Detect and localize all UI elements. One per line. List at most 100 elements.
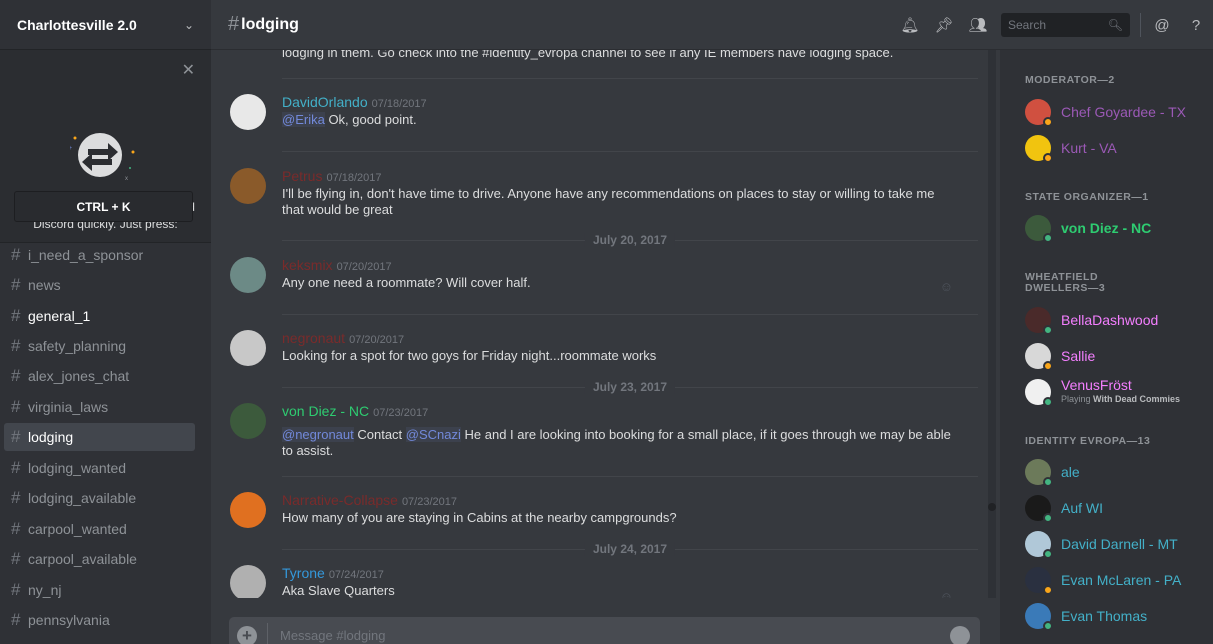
message-author[interactable]: DavidOrlando bbox=[282, 94, 368, 110]
channel-carpool_wanted[interactable]: # carpool_wanted bbox=[4, 515, 195, 543]
member-item[interactable]: Kurt - VA bbox=[1025, 133, 1205, 165]
member-name: Evan Thomas bbox=[1061, 608, 1148, 624]
member-name: Sallie bbox=[1061, 348, 1096, 364]
mention[interactable]: @Erika bbox=[282, 112, 325, 127]
mention[interactable]: @negronaut bbox=[282, 427, 354, 442]
message-body: I'll be flying in, don't have time to dr… bbox=[282, 186, 935, 217]
member-item[interactable]: BellaDashwood bbox=[1025, 305, 1205, 337]
member-item[interactable]: Chef Goyardee - TX bbox=[1025, 97, 1205, 129]
hash-icon: # bbox=[11, 336, 21, 355]
channel-i_need_a_sponsor[interactable]: # i_need_a_sponsor bbox=[4, 241, 195, 269]
avatar[interactable] bbox=[230, 565, 266, 598]
help-icon[interactable]: ? bbox=[1179, 17, 1213, 34]
server-name: Charlottesville 2.0 bbox=[17, 16, 137, 33]
channel-pennsylvania[interactable]: # pennsylvania bbox=[4, 606, 195, 634]
message-body: Looking for a spot for two goys for Frid… bbox=[282, 348, 657, 363]
svg-text:+: + bbox=[70, 145, 72, 152]
message-author[interactable]: negronaut bbox=[282, 330, 345, 346]
members-icon[interactable]: 👥︎ bbox=[961, 16, 995, 34]
status-online-icon bbox=[1043, 549, 1053, 559]
avatar[interactable] bbox=[230, 403, 266, 439]
svg-text:x: x bbox=[125, 176, 128, 182]
avatar[interactable] bbox=[230, 257, 266, 293]
date-divider: July 23, 2017 bbox=[282, 380, 978, 394]
bell-icon[interactable]: 🔔︎ bbox=[893, 16, 927, 34]
chat-header: # lodging 🔔︎ 📌︎ 👥︎ Search 🔍︎ @ ? bbox=[211, 0, 1213, 50]
channel-news[interactable]: # news bbox=[4, 271, 195, 299]
member-name: Kurt - VA bbox=[1061, 140, 1117, 156]
message-timestamp: 07/18/2017 bbox=[326, 172, 382, 184]
hash-icon: # bbox=[11, 458, 21, 477]
scrollbar[interactable] bbox=[988, 50, 996, 598]
message-body: How many of you are staying in Cabins at… bbox=[282, 510, 677, 525]
message-separator bbox=[282, 476, 978, 477]
channel-lodging_wanted[interactable]: # lodging_wanted bbox=[4, 454, 195, 482]
member-item[interactable]: David Darnell - MT bbox=[1025, 529, 1205, 561]
status-idle-icon bbox=[1043, 153, 1053, 163]
member-name: Evan McLaren - PA bbox=[1061, 572, 1182, 588]
message-author[interactable]: Petrus bbox=[282, 168, 322, 184]
channel-safety_planning[interactable]: # safety_planning bbox=[4, 332, 195, 360]
channel-ny_nj[interactable]: # ny_nj bbox=[4, 576, 195, 604]
avatar[interactable] bbox=[230, 492, 266, 528]
message-timestamp: 07/23/2017 bbox=[373, 407, 429, 419]
avatar[interactable] bbox=[230, 330, 266, 366]
member-item[interactable]: Auf WI bbox=[1025, 493, 1205, 525]
message-timestamp: 07/20/2017 bbox=[349, 334, 405, 346]
upload-plus-icon[interactable]: + bbox=[237, 626, 257, 644]
channel-alex_jones_chat[interactable]: # alex_jones_chat bbox=[4, 362, 195, 390]
hash-icon: # bbox=[11, 427, 21, 446]
member-item[interactable]: VenusFröst Playing With Dead Commies bbox=[1025, 377, 1205, 409]
header-toolbar: 🔔︎ 📌︎ 👥︎ Search 🔍︎ @ ? bbox=[893, 0, 1213, 50]
avatar[interactable] bbox=[230, 168, 266, 204]
message-timestamp: 07/23/2017 bbox=[401, 496, 457, 508]
role-header: MODERATOR—2 bbox=[1025, 74, 1115, 86]
server-header[interactable]: Charlottesville 2.0 ⌄ bbox=[0, 0, 211, 50]
close-icon[interactable]: ✕ bbox=[182, 60, 195, 80]
role-header: WHEATFIELD DWELLERS—3 bbox=[1025, 271, 1106, 294]
pin-icon[interactable]: 📌︎ bbox=[927, 16, 961, 34]
chevron-down-icon[interactable]: ⌄ bbox=[184, 18, 194, 32]
message-author[interactable]: Tyrone bbox=[282, 565, 325, 581]
status-online-icon bbox=[1043, 325, 1053, 335]
member-name: ale bbox=[1061, 464, 1080, 480]
message-input[interactable]: Message #lodging bbox=[280, 628, 386, 643]
status-online-icon bbox=[1043, 513, 1053, 523]
member-item[interactable]: ale bbox=[1025, 457, 1205, 489]
scrollbar-thumb[interactable] bbox=[988, 503, 996, 511]
channel-carpool_available[interactable]: # carpool_available bbox=[4, 545, 195, 573]
status-online-icon bbox=[1043, 397, 1053, 407]
message-separator bbox=[282, 78, 978, 79]
message-author[interactable]: Narrative-Collapse bbox=[282, 492, 398, 508]
role-header: STATE ORGANIZER—1 bbox=[1025, 191, 1149, 203]
message-separator bbox=[282, 314, 978, 315]
channel-lodging[interactable]: # lodging bbox=[4, 423, 195, 451]
member-item[interactable]: Sallie bbox=[1025, 341, 1205, 373]
member-list: MODERATOR—2 Chef Goyardee - TX Kurt - VA… bbox=[1000, 50, 1213, 644]
quick-switcher-shortcut[interactable]: CTRL + K bbox=[14, 191, 193, 222]
channel-lodging_available[interactable]: # lodging_available bbox=[4, 484, 195, 512]
avatar[interactable] bbox=[230, 94, 266, 130]
add-reaction-icon[interactable]: ☺ bbox=[940, 279, 953, 294]
member-name: BellaDashwood bbox=[1061, 312, 1159, 328]
message-author[interactable]: keksmix bbox=[282, 257, 333, 273]
search-input[interactable]: Search 🔍︎ bbox=[1001, 13, 1130, 37]
hash-icon: # bbox=[11, 275, 21, 294]
member-item[interactable]: Evan McLaren - PA bbox=[1025, 565, 1205, 597]
hash-icon: # bbox=[11, 610, 21, 629]
message-author[interactable]: von Diez - NC bbox=[282, 403, 369, 419]
member-item[interactable]: von Diez - NC bbox=[1025, 213, 1205, 245]
add-reaction-icon[interactable]: ☺ bbox=[940, 589, 953, 598]
hash-icon: # bbox=[11, 245, 21, 264]
message-text: lodging in them. Go check into the #iden… bbox=[282, 50, 894, 60]
mentions-icon[interactable]: @ bbox=[1145, 17, 1179, 34]
mention[interactable]: @SCnazi bbox=[405, 427, 461, 442]
emoji-icon[interactable] bbox=[950, 626, 970, 644]
hash-icon: # bbox=[11, 366, 21, 385]
member-item[interactable]: Evan Thomas bbox=[1025, 601, 1205, 633]
member-name: von Diez - NC bbox=[1061, 220, 1152, 236]
message-composer: + Message #lodging bbox=[229, 617, 980, 644]
channel-general_1[interactable]: # general_1 bbox=[4, 302, 195, 330]
channel-virginia_laws[interactable]: # virginia_laws bbox=[4, 393, 195, 421]
message-body: Any one need a roommate? Will cover half… bbox=[282, 275, 531, 290]
